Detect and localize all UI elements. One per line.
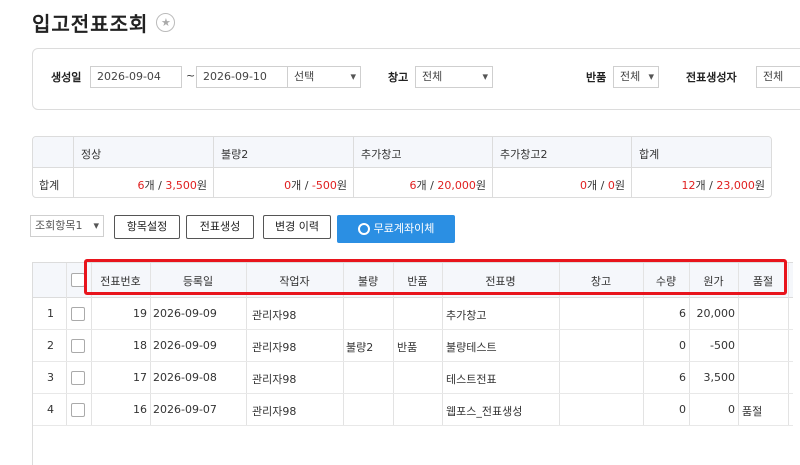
cell-cost: 0	[728, 403, 735, 416]
return-select[interactable]: 전체	[613, 66, 659, 88]
view-item-select[interactable]: 조회항목1	[30, 215, 104, 237]
summary-header	[33, 137, 771, 168]
date-from-input[interactable]: 2026-09-04	[90, 66, 182, 88]
row-index: 2	[47, 339, 54, 352]
cell-date: 2026-09-09	[153, 307, 217, 320]
transfer-icon	[357, 223, 370, 235]
summary-header-normal: 정상	[81, 148, 102, 161]
summary-table: 정상 불량2 추가창고 추가창고2 합계 합계 6개 / 3,500원 0개 /…	[32, 136, 772, 198]
cell-slip-no: 17	[133, 371, 147, 384]
cell-worker: 관리자98	[252, 309, 297, 322]
page-title: 입고전표조회	[32, 12, 149, 36]
summary-row-line	[33, 167, 771, 168]
cell-qty: 6	[679, 307, 686, 320]
cell-date: 2026-09-09	[153, 339, 217, 352]
date-to-input[interactable]: 2026-09-10	[196, 66, 288, 88]
summary-row-label: 합계	[39, 179, 60, 192]
cell-date: 2026-09-07	[153, 403, 217, 416]
row-index: 1	[47, 307, 54, 320]
period-select[interactable]: 선택	[287, 66, 361, 88]
cell-qty: 6	[679, 371, 686, 384]
date-range-tilde: ~	[186, 69, 196, 82]
summary-header-defect2: 불량2	[221, 148, 249, 161]
star-icon[interactable]: ★	[156, 13, 176, 32]
cell-slip-no: 18	[133, 339, 147, 352]
created-date-label: 생성일	[51, 71, 82, 84]
cell-qty: 0	[679, 403, 686, 416]
page-header: 입고전표조회 ★	[32, 8, 176, 37]
cell-slip-name[interactable]: 추가창고	[446, 307, 486, 323]
select-all-checkbox[interactable]	[71, 273, 85, 287]
header-highlight-box	[84, 259, 787, 295]
cell-worker: 관리자98	[252, 405, 297, 418]
cell-cost: 20,000	[696, 307, 736, 320]
summary-value-defect2: 0개 / -500원	[284, 179, 347, 192]
warehouse-select[interactable]: 전체	[415, 66, 493, 88]
change-history-button[interactable]: 변경 이력	[263, 215, 331, 239]
summary-value-total: 12개 / 23,000원	[681, 179, 765, 192]
cell-qty: 0	[679, 339, 686, 352]
row-index: 4	[47, 403, 54, 416]
cell-cost: -500	[710, 339, 735, 352]
warehouse-label: 창고	[388, 71, 409, 84]
table-row[interactable]: 4 16 2026-09-07 관리자98 웹포스_전표생성 0 0 품절	[33, 394, 793, 426]
row-checkbox[interactable]	[71, 403, 85, 417]
table-row[interactable]: 2 18 2026-09-09 관리자98 불량2 반품 불량테스트 0 -50…	[33, 330, 793, 362]
cell-cost: 3,500	[703, 371, 736, 384]
cell-date: 2026-09-08	[153, 371, 217, 384]
row-checkbox[interactable]	[71, 339, 85, 353]
cell-slip-no: 16	[133, 403, 147, 416]
creator-label: 전표생성자	[686, 71, 737, 84]
summary-header-extra-warehouse2: 추가창고2	[500, 148, 548, 161]
summary-value-extra-warehouse: 6개 / 20,000원	[409, 179, 486, 192]
row-index: 3	[47, 371, 54, 384]
cell-worker: 관리자98	[252, 373, 297, 386]
cell-soldout: 품절	[742, 405, 763, 418]
cell-worker: 관리자98	[252, 341, 297, 354]
cell-slip-name[interactable]: 웹포스_전표생성	[446, 403, 522, 419]
cell-defect: 불량2	[346, 341, 374, 354]
filter-panel: 생성일 2026-09-04 ~ 2026-09-10 선택 창고 전체 반품 …	[32, 48, 800, 110]
create-slip-button[interactable]: 전표생성	[186, 215, 254, 239]
summary-header-extra-warehouse: 추가창고	[361, 148, 402, 161]
creator-select[interactable]: 전체	[756, 66, 800, 88]
summary-value-normal: 6개 / 3,500원	[137, 179, 207, 192]
table-row[interactable]: 3 17 2026-09-08 관리자98 테스트전표 6 3,500	[33, 362, 793, 394]
summary-header-total: 합계	[639, 148, 660, 161]
free-transfer-button[interactable]: 무료계좌이체	[337, 215, 455, 243]
cell-slip-no: 19	[133, 307, 147, 320]
return-label: 반품	[586, 71, 607, 84]
row-checkbox[interactable]	[71, 371, 85, 385]
summary-value-extra-warehouse2: 0개 / 0원	[580, 179, 625, 192]
row-checkbox[interactable]	[71, 307, 85, 321]
item-settings-button[interactable]: 항목설정	[114, 215, 180, 239]
cell-slip-name[interactable]: 테스트전표	[446, 371, 497, 387]
table-row[interactable]: 1 19 2026-09-09 관리자98 추가창고 6 20,000	[33, 298, 793, 330]
cell-return: 반품	[397, 341, 418, 354]
cell-slip-name[interactable]: 불량테스트	[446, 339, 497, 355]
